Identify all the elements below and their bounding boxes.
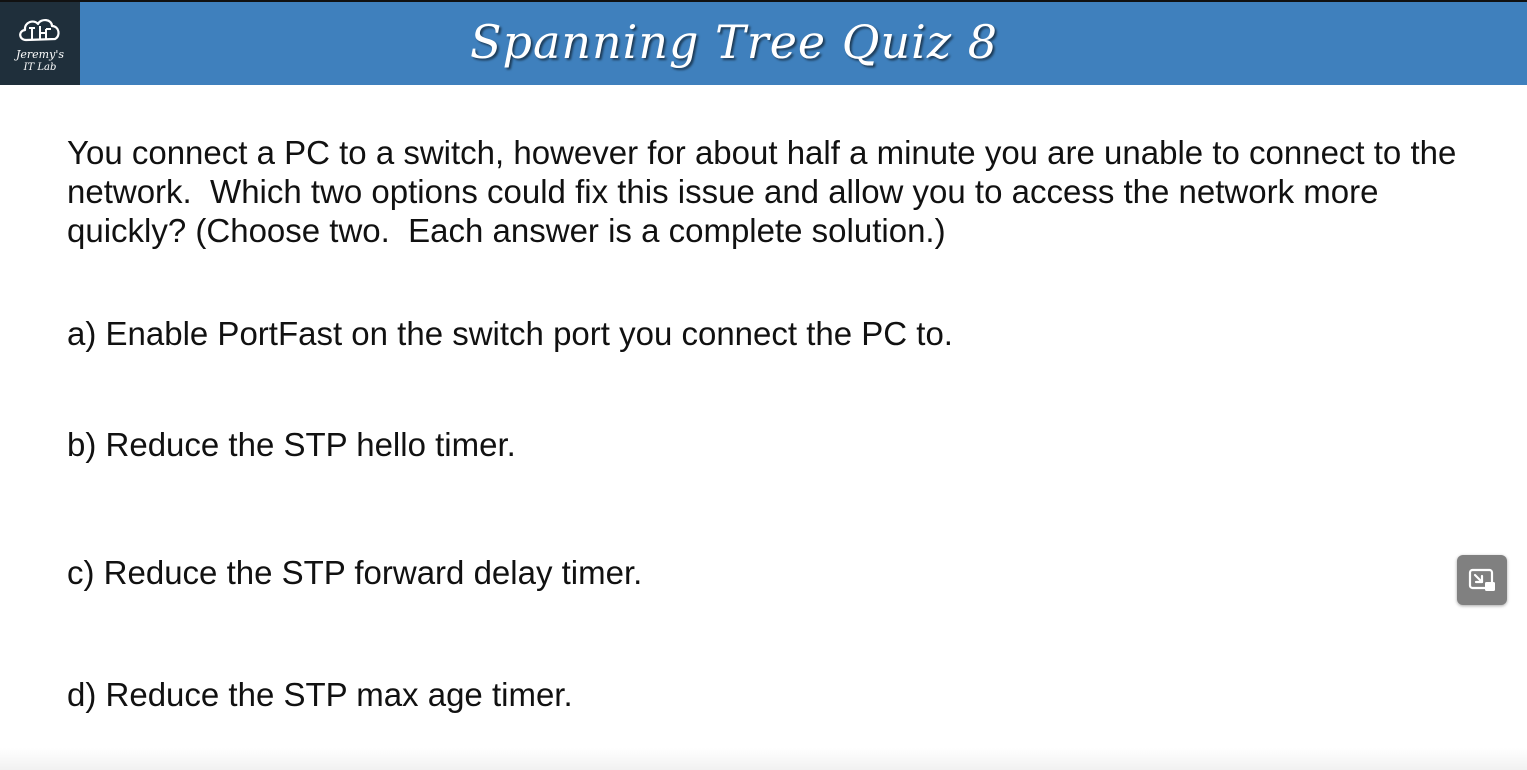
slide-title: Spanning Tree Quiz 8 [470,15,998,69]
slide-header: Jeremy's IT Lab Spanning Tree Quiz 8 [0,0,1527,85]
logo-line2: IT Lab [23,62,57,73]
answer-option-c: c) Reduce the STP forward delay timer. [67,554,643,591]
jeremys-it-lab-logo: Jeremy's IT Lab [0,2,80,85]
cloud-network-logo-icon [19,19,60,42]
answer-option-a: a) Enable PortFast on the switch port yo… [67,315,953,352]
picture-in-picture-exit-icon [1468,568,1495,591]
logo-line1: Jeremy's [15,48,64,61]
logo-text: Jeremy's IT Lab [16,48,64,74]
answer-option-b: b) Reduce the STP hello timer. [67,426,516,463]
bottom-fade [0,748,1527,770]
quiz-question: You connect a PC to a switch, however fo… [67,134,1466,249]
picture-in-picture-button[interactable] [1457,555,1507,605]
answer-option-d: d) Reduce the STP max age timer. [67,676,573,713]
